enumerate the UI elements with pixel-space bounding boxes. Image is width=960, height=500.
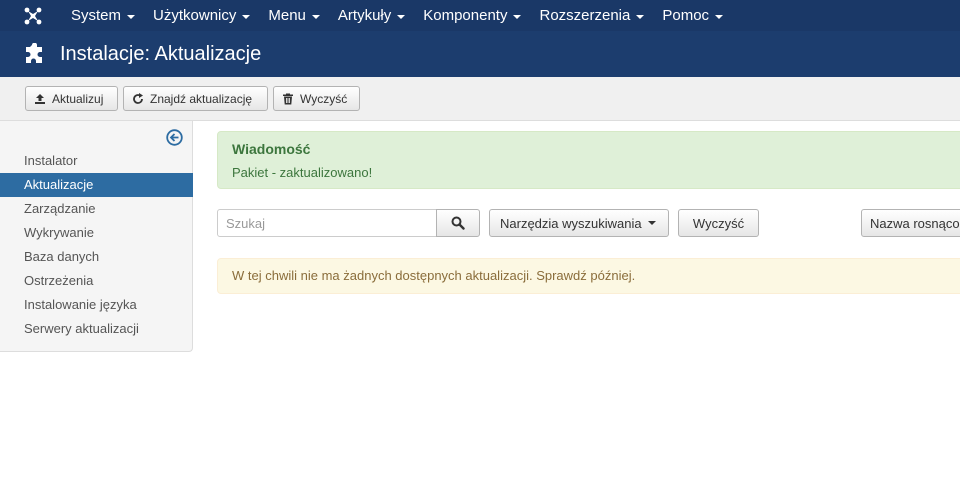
page-header: Instalacje: Aktualizacje xyxy=(0,31,960,77)
trash-icon xyxy=(283,93,293,104)
puzzle-icon xyxy=(26,43,42,63)
nav-menu-label: Artykuły xyxy=(337,7,392,24)
nav-menu-label: Użytkownicy xyxy=(153,7,237,24)
nav-menu-label: Menu xyxy=(268,7,306,24)
caret-down-icon xyxy=(127,14,136,19)
nav-menu-label: Pomoc xyxy=(662,7,710,24)
clear-cache-button[interactable]: Wyczyść xyxy=(273,86,360,111)
nav-menu-components[interactable]: Komponenty xyxy=(414,0,530,31)
sidebar-item-updates[interactable]: Aktualizacje xyxy=(0,173,193,197)
caret-down-icon xyxy=(636,14,645,19)
sidebar-item-manage[interactable]: Zarządzanie xyxy=(0,197,193,221)
nav-menu-articles[interactable]: Artykuły xyxy=(329,0,414,31)
sidebar-item-warnings[interactable]: Ostrzeżenia xyxy=(0,269,193,293)
search-icon xyxy=(451,216,465,230)
upload-icon xyxy=(35,93,45,104)
clear-cache-button-label: Wyczyść xyxy=(300,91,348,106)
refresh-icon xyxy=(133,92,143,104)
search-button[interactable] xyxy=(436,209,480,237)
nav-menu-label: Rozszerzenia xyxy=(539,7,631,24)
find-updates-button[interactable]: Znajdź aktualizację xyxy=(123,86,268,111)
caret-down-icon xyxy=(311,14,320,19)
toolbar: Aktualizuj Znajdź aktualizację Wyczyść xyxy=(0,77,960,121)
message-title: Wiadomość xyxy=(232,141,311,157)
search-tools-button[interactable]: Narzędzia wyszukiwania xyxy=(489,209,669,237)
search-group xyxy=(217,209,480,237)
joomla-logo-icon[interactable] xyxy=(23,6,43,26)
collapse-sidebar-icon[interactable] xyxy=(166,129,183,146)
caret-down-icon xyxy=(242,14,251,19)
sort-select[interactable]: Nazwa rosnąco xyxy=(861,209,960,237)
success-message: Wiadomość Pakiet - zaktualizowano! xyxy=(217,131,960,189)
sidebar-item-update-sites[interactable]: Serwery aktualizacji xyxy=(0,317,193,341)
nav-menu-help[interactable]: Pomoc xyxy=(653,0,732,31)
nav-menu-users[interactable]: Użytkownicy xyxy=(144,0,259,31)
no-updates-notice: W tej chwili nie ma żadnych dostępnych a… xyxy=(217,258,960,294)
update-button-label: Aktualizuj xyxy=(52,91,104,106)
sidebar-item-discover[interactable]: Wykrywanie xyxy=(0,221,193,245)
nav-menu-menus[interactable]: Menu xyxy=(259,0,329,31)
sidebar: Instalator Aktualizacje Zarządzanie Wykr… xyxy=(0,121,193,352)
nav-menu-label: System xyxy=(71,7,122,24)
search-input[interactable] xyxy=(217,209,437,237)
nav-menu-label: Komponenty xyxy=(423,7,508,24)
update-button[interactable]: Aktualizuj xyxy=(25,86,118,111)
find-updates-button-label: Znajdź aktualizację xyxy=(150,91,253,106)
caret-down-icon xyxy=(715,14,724,19)
sidebar-item-database[interactable]: Baza danych xyxy=(0,245,193,269)
nav-menu-extensions[interactable]: Rozszerzenia xyxy=(530,0,653,31)
message-text: Pakiet - zaktualizowano! xyxy=(232,165,373,180)
caret-down-icon xyxy=(397,14,406,19)
sidebar-item-installer[interactable]: Instalator xyxy=(0,149,193,173)
page-title: Instalacje: Aktualizacje xyxy=(60,42,262,65)
clear-filters-button[interactable]: Wyczyść xyxy=(678,209,759,237)
nav-menu-system[interactable]: System xyxy=(62,0,144,31)
top-navbar: System Użytkownicy Menu Artykuły Kompone… xyxy=(0,0,960,31)
search-tools-label: Narzędzia wyszukiwania xyxy=(500,215,642,231)
caret-down-icon xyxy=(513,14,522,19)
caret-down-icon xyxy=(647,221,656,225)
sidebar-item-install-languages[interactable]: Instalowanie języka xyxy=(0,293,193,317)
